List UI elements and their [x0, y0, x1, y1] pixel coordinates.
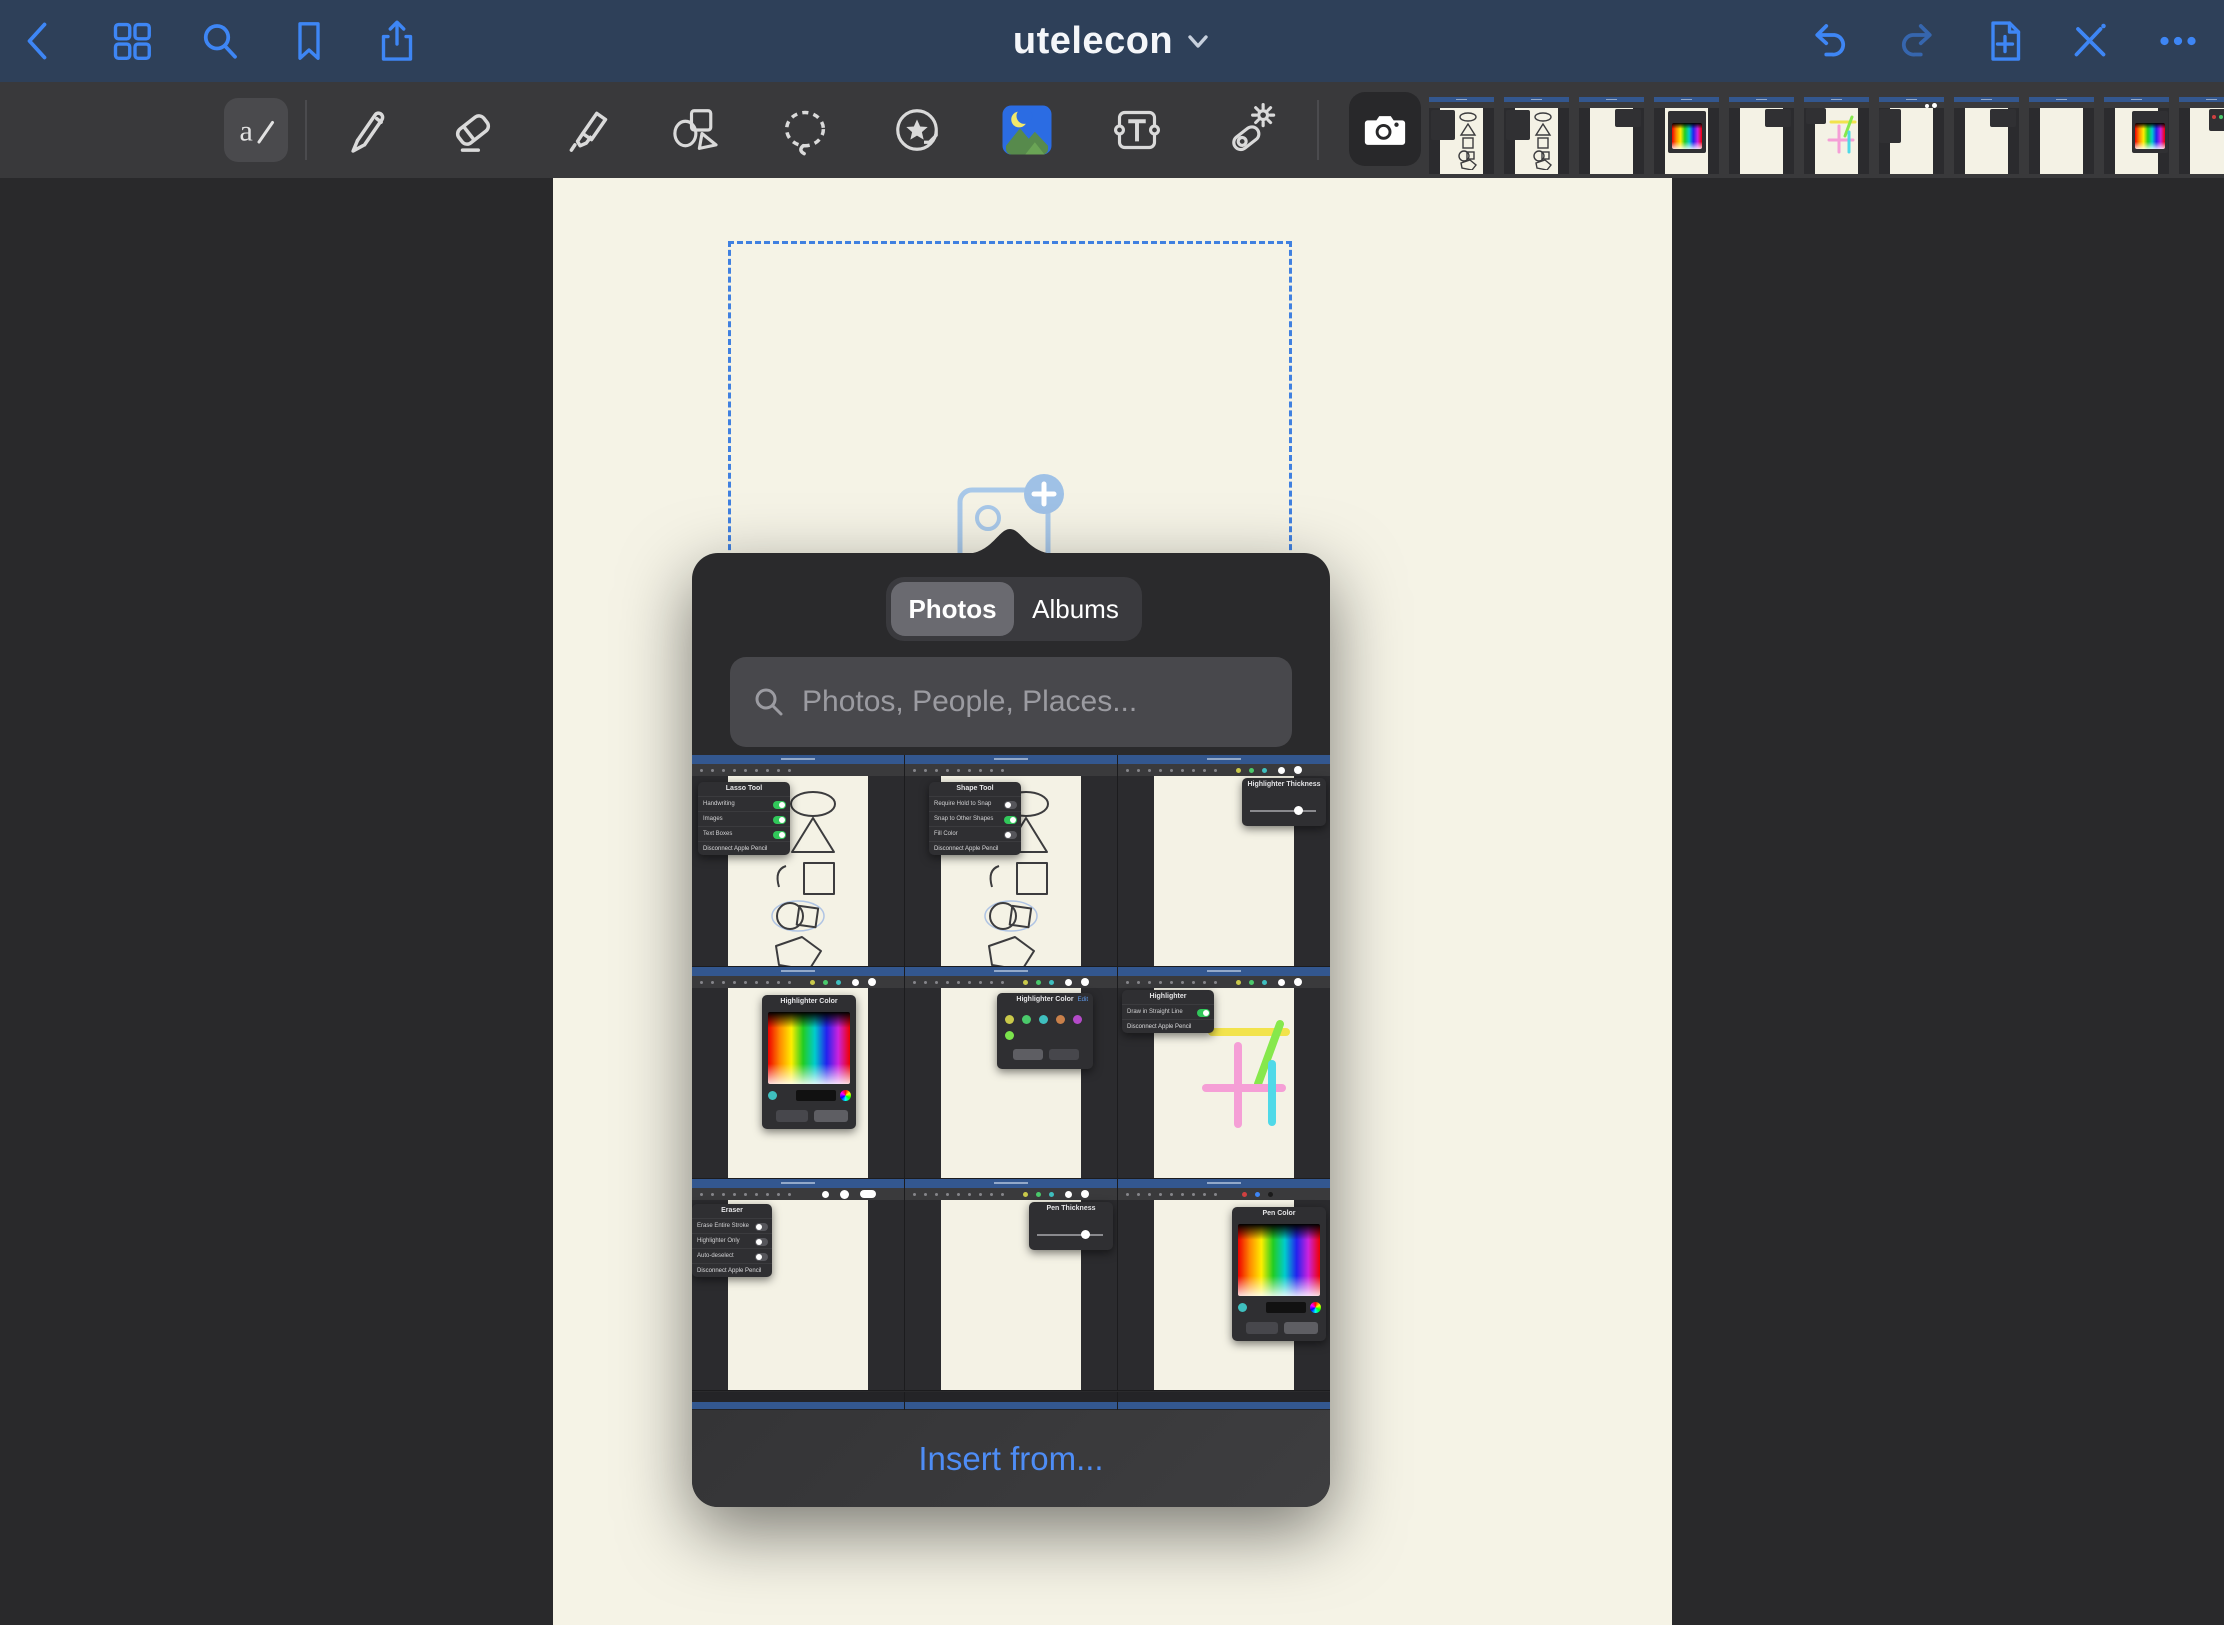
handwriting-tool[interactable]: a [224, 98, 288, 162]
stylus-x-icon[interactable] [2066, 17, 2114, 65]
photo-thumbnail[interactable]: Highlighter Color Edit [905, 967, 1117, 1178]
search-icon[interactable] [196, 17, 244, 65]
photo-thumbnail-partial[interactable] [692, 1392, 904, 1410]
page-thumbnail[interactable] [1729, 97, 1794, 174]
search-input[interactable] [802, 685, 1270, 719]
undo-icon[interactable] [1806, 17, 1854, 65]
page-thumbnail[interactable] [2179, 97, 2224, 174]
share-icon[interactable] [373, 17, 421, 65]
shapes-tool[interactable] [667, 102, 723, 158]
add-page-icon[interactable] [1981, 17, 2029, 65]
photo-thumbnail[interactable]: Lasso ToolHandwritingImagesText BoxesDis… [692, 755, 904, 966]
document-canvas[interactable]: Photos Albums Lasso ToolHandwritingImage… [0, 178, 2224, 1625]
page-thumbnail[interactable] [2104, 97, 2169, 174]
insert-from-button[interactable]: Insert from... [692, 1410, 1330, 1507]
photo-picker-popover: Photos Albums Lasso ToolHandwritingImage… [692, 553, 1330, 1507]
svg-text:a: a [240, 115, 253, 148]
photo-grid-partial-row [692, 1392, 1330, 1410]
photo-thumbnail[interactable]: Pen Thickness [905, 1179, 1117, 1390]
search-icon [752, 685, 786, 719]
page-thumbnail[interactable] [1954, 97, 2019, 174]
photo-thumbnail-partial[interactable] [1118, 1392, 1330, 1410]
photo-thumbnail[interactable]: HighlighterDraw in Straight LineDisconne… [1118, 967, 1330, 1178]
page-thumbnail[interactable] [1429, 97, 1494, 174]
photo-thumbnail[interactable]: Pen Color [1118, 1179, 1330, 1390]
popover-arrow [964, 527, 1056, 554]
tab-albums[interactable]: Albums [1014, 582, 1137, 636]
highlighter-tool[interactable] [560, 102, 616, 158]
thumbnails-grid-icon[interactable] [108, 17, 156, 65]
navigation-bar: utelecon [0, 0, 2224, 82]
app-screen: utelecon [0, 0, 2224, 1625]
page-thumbnail[interactable] [2029, 97, 2094, 174]
photo-grid: Lasso ToolHandwritingImagesText BoxesDis… [692, 755, 1330, 1391]
sticker-tool[interactable] [889, 102, 945, 158]
page-thumbnail[interactable] [1879, 97, 1944, 174]
back-button[interactable] [16, 17, 64, 65]
page-thumbnail[interactable] [1654, 97, 1719, 174]
photo-search-bar [730, 657, 1292, 747]
redo-icon[interactable] [1893, 17, 1941, 65]
bookmark-icon[interactable] [285, 17, 333, 65]
insert-from-label: Insert from... [918, 1440, 1103, 1478]
toolbar-divider [1317, 100, 1319, 160]
picker-tabs: Photos Albums [886, 577, 1142, 641]
document-title-menu[interactable]: utelecon [0, 0, 2224, 82]
page-thumbnail[interactable] [1579, 97, 1644, 174]
photo-thumbnail[interactable]: Highlighter Color [692, 967, 904, 1178]
laser-pointer-tool[interactable] [1222, 102, 1278, 158]
toolbar-divider [305, 100, 307, 160]
eraser-tool[interactable] [445, 102, 501, 158]
pen-tool[interactable] [340, 102, 396, 158]
image-tool[interactable] [999, 102, 1055, 158]
photo-thumbnail-partial[interactable] [905, 1392, 1117, 1410]
lasso-tool[interactable] [777, 102, 833, 158]
page-thumbnail[interactable] [1504, 97, 1569, 174]
tools-toolbar: a [0, 82, 2224, 178]
chevron-down-icon [1185, 28, 1211, 54]
tab-photos[interactable]: Photos [891, 582, 1014, 636]
camera-button[interactable] [1349, 92, 1421, 166]
page-thumbnail[interactable] [1804, 97, 1869, 174]
text-tool[interactable] [1109, 102, 1165, 158]
photo-thumbnail[interactable]: Highlighter Thickness [1118, 755, 1330, 966]
more-icon[interactable] [2154, 17, 2202, 65]
photo-thumbnail[interactable]: Shape ToolRequire Hold to SnapSnap to Ot… [905, 755, 1117, 966]
page-title: utelecon [1013, 20, 1173, 63]
photo-thumbnail[interactable]: EraserErase Entire StrokeHighlighter Onl… [692, 1179, 904, 1390]
